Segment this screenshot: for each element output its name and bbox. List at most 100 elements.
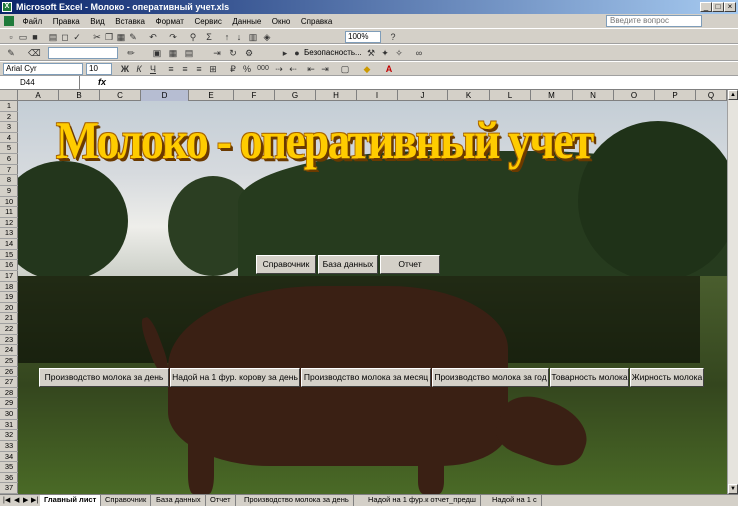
- merge-icon[interactable]: ▣: [152, 48, 162, 58]
- glasses-icon[interactable]: ∞: [414, 48, 424, 58]
- hyperlink-icon[interactable]: ⚲: [188, 32, 198, 42]
- increase-decimal-icon[interactable]: ⇢: [274, 64, 284, 74]
- daily-milk-production-button[interactable]: Производство молока за день: [39, 368, 169, 387]
- yearly-milk-production-button[interactable]: Производство молока за год: [432, 368, 549, 387]
- fx-icon[interactable]: fx: [98, 76, 106, 89]
- currency-icon[interactable]: ₽: [228, 64, 238, 74]
- security-button[interactable]: Безопасность...: [304, 48, 362, 58]
- print-icon[interactable]: ▤: [48, 32, 58, 42]
- column-header[interactable]: I: [357, 90, 398, 101]
- row-header[interactable]: 31: [0, 420, 18, 431]
- outdent-icon[interactable]: ⇤: [306, 64, 316, 74]
- menu-view[interactable]: Вид: [86, 15, 108, 29]
- last-sheet-icon[interactable]: ▶|: [31, 496, 38, 506]
- row-header[interactable]: 15: [0, 250, 18, 261]
- tab-yield-report[interactable]: Надой на 1 фур.к отчет_предш: [364, 495, 481, 506]
- name-box[interactable]: D44: [0, 76, 80, 89]
- column-header[interactable]: B: [59, 90, 100, 101]
- column-header[interactable]: A: [18, 90, 59, 101]
- row-header[interactable]: 28: [0, 388, 18, 399]
- row-header[interactable]: 9: [0, 186, 18, 197]
- maximize-button[interactable]: □: [712, 2, 724, 12]
- spell-icon[interactable]: ✓: [72, 32, 82, 42]
- column-header[interactable]: N: [573, 90, 614, 101]
- row-header[interactable]: 35: [0, 462, 18, 473]
- row-header[interactable]: 4: [0, 133, 18, 144]
- row-header[interactable]: 22: [0, 324, 18, 335]
- font-color-icon[interactable]: A: [384, 64, 394, 74]
- map-icon[interactable]: ◈: [262, 32, 272, 42]
- row-header[interactable]: 20: [0, 303, 18, 314]
- new-icon[interactable]: ▫: [6, 32, 16, 42]
- table-icon[interactable]: ▤: [184, 48, 194, 58]
- column-header[interactable]: H: [316, 90, 357, 101]
- zoom-select[interactable]: 100%: [345, 31, 381, 43]
- row-header[interactable]: 10: [0, 197, 18, 208]
- thousands-button[interactable]: 000: [256, 64, 270, 74]
- borders-icon[interactable]: ▢: [340, 64, 350, 74]
- design-icon[interactable]: ✦: [380, 48, 390, 58]
- line-style-select[interactable]: [48, 47, 118, 59]
- copy-icon[interactable]: ❐: [104, 32, 114, 42]
- menu-edit[interactable]: Правка: [49, 15, 84, 29]
- column-header[interactable]: P: [655, 90, 696, 101]
- report-button[interactable]: Отчет: [380, 255, 440, 274]
- row-header[interactable]: 7: [0, 165, 18, 176]
- next-sheet-icon[interactable]: ▶: [23, 496, 28, 506]
- tab-directory[interactable]: Справочник: [101, 495, 152, 506]
- row-header[interactable]: 24: [0, 345, 18, 356]
- menu-insert[interactable]: Вставка: [111, 15, 149, 29]
- decrease-decimal-icon[interactable]: ⇠: [288, 64, 298, 74]
- column-header[interactable]: D: [141, 90, 189, 101]
- menu-format[interactable]: Формат: [152, 15, 188, 29]
- monthly-milk-production-button[interactable]: Производство молока за месяц: [301, 368, 431, 387]
- column-header[interactable]: L: [490, 90, 531, 101]
- tab-report[interactable]: Отчет: [206, 495, 236, 506]
- minimize-button[interactable]: _: [700, 2, 712, 12]
- tools-icon[interactable]: ⚙: [244, 48, 254, 58]
- help-icon[interactable]: ?: [388, 32, 398, 42]
- milk-marketability-button[interactable]: Товарность молока: [550, 368, 629, 387]
- align-left-icon[interactable]: ≡: [166, 64, 176, 74]
- undo-icon[interactable]: ↶: [148, 32, 158, 42]
- row-header[interactable]: 34: [0, 452, 18, 463]
- milk-fat-button[interactable]: Жирность молока: [630, 368, 704, 387]
- column-header[interactable]: Q: [696, 90, 727, 101]
- row-header[interactable]: 32: [0, 430, 18, 441]
- row-header[interactable]: 1: [0, 101, 18, 112]
- menu-data[interactable]: Данные: [228, 15, 265, 29]
- tab-yield-2[interactable]: Надой на 1 с: [488, 495, 542, 506]
- row-header[interactable]: 11: [0, 207, 18, 218]
- worksheet-grid[interactable]: Молоко - оперативный учет Справочник Баз…: [18, 101, 727, 494]
- close-button[interactable]: ×: [724, 2, 736, 12]
- row-header[interactable]: 36: [0, 473, 18, 484]
- wrap-icon[interactable]: ⇥: [212, 48, 222, 58]
- scroll-down-icon[interactable]: ▼: [728, 484, 738, 494]
- column-header[interactable]: O: [614, 90, 655, 101]
- row-header[interactable]: 18: [0, 282, 18, 293]
- column-header[interactable]: M: [531, 90, 573, 101]
- vba-icon[interactable]: ✧: [394, 48, 404, 58]
- toolbox-icon[interactable]: ⚒: [366, 48, 376, 58]
- tab-database[interactable]: База данных: [152, 495, 206, 506]
- border-color-icon[interactable]: ✏: [126, 48, 136, 58]
- document-icon[interactable]: [4, 16, 14, 26]
- align-right-icon[interactable]: ≡: [194, 64, 204, 74]
- prev-sheet-icon[interactable]: ◀: [14, 496, 19, 506]
- indent-icon[interactable]: ⇥: [320, 64, 330, 74]
- run-icon[interactable]: ▸: [280, 48, 290, 58]
- row-header[interactable]: 14: [0, 239, 18, 250]
- tab-main[interactable]: Главный лист: [40, 495, 102, 506]
- chart-icon[interactable]: ▥: [248, 32, 258, 42]
- row-header[interactable]: 17: [0, 271, 18, 282]
- row-header[interactable]: 3: [0, 122, 18, 133]
- tab-daily-production[interactable]: Производство молока за день: [240, 495, 354, 506]
- italic-button[interactable]: К: [134, 64, 144, 74]
- fill-color-icon[interactable]: ◆: [362, 64, 372, 74]
- sort-desc-icon[interactable]: ↓: [234, 32, 244, 42]
- row-header[interactable]: 23: [0, 335, 18, 346]
- column-header[interactable]: F: [234, 90, 275, 101]
- cells-icon[interactable]: ▦: [168, 48, 178, 58]
- row-header[interactable]: 6: [0, 154, 18, 165]
- column-header[interactable]: K: [448, 90, 490, 101]
